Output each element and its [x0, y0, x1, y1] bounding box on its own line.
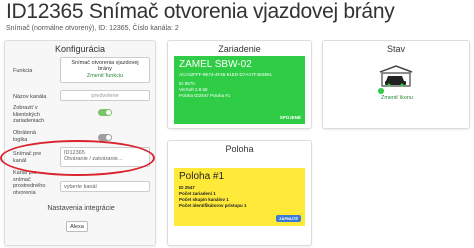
status-indicator-dot [378, 88, 384, 94]
garage-car-icon[interactable] [378, 64, 414, 88]
integrations-title: Nastavenia integrácie [47, 205, 115, 212]
show-in-clients-toggle[interactable] [98, 109, 112, 116]
location-panel: Poloha Poloha #1 ID 2547 Počet zariadení… [167, 140, 312, 246]
middle-label-line4: otvorenia [13, 189, 36, 196]
alexa-button[interactable]: Alexa [66, 221, 88, 232]
location-name: Poloha #1 [179, 171, 225, 182]
page-title: ID12365 Snímač otvorenia vjazdovej brány [6, 0, 395, 23]
location-access: Počet identifikátorov prístupu 1 [179, 203, 247, 208]
status-panel: Stav Zmeniť ikonu [322, 40, 470, 129]
status-title: Stav [386, 44, 405, 54]
device-guid: ACA32FFF-9E74-4F46-81ED-D7AA7F4E6961 [179, 72, 273, 77]
change-function-link[interactable]: Zmeniť funkciu [61, 73, 149, 79]
inverted-label-line2: logika [13, 136, 28, 143]
funkcia-label: Funkcia [13, 68, 33, 74]
device-card[interactable]: ZAMEL SBW-02 ACA32FFF-9E74-4F46-81ED-D7A… [174, 56, 305, 124]
page-subtitle: Snímač (normálne otvorený), ID: 12365, Č… [6, 25, 179, 32]
middle-label-line3: prostredného [13, 183, 46, 189]
middle-channel-select[interactable]: vyberte kanál [60, 181, 150, 192]
nazov-label: Názov kanála [13, 94, 47, 100]
location-card[interactable]: Poloha #1 ID 2547 Počet zariadení 1 Poče… [174, 168, 305, 226]
sensor-highlight-ellipse [0, 140, 155, 176]
show-in-clients-label: Zobraziť v klientských zariadeniach [13, 105, 44, 125]
inverted-label-line1: Obrátená [13, 130, 36, 136]
device-status-badge: SPOJENÉ [279, 115, 301, 120]
device-location: Poloha ID2547 Poloha #1 [179, 93, 231, 98]
inverted-logic-label: Obrátená logika [13, 130, 36, 143]
device-name: ZAMEL SBW-02 [179, 59, 252, 70]
device-title: Zariadenie [218, 44, 261, 54]
page-header: ID12365 Snímač otvorenia vjazdovej brány… [6, 0, 395, 32]
show-label-line3: zariadeniach [13, 118, 45, 124]
location-status-badge: ZAPNUTÉ [276, 215, 301, 222]
channel-name-input[interactable]: predvolene [60, 90, 150, 101]
device-panel: Zariadenie ZAMEL SBW-02 ACA32FFF-9E74-4F… [167, 40, 312, 129]
location-title: Poloha [225, 144, 254, 154]
config-title: Konfigurácia [54, 44, 106, 54]
funkcia-field[interactable]: Snímač otvorenia vjazdovej brány Zmeniť … [60, 57, 150, 83]
change-icon-link[interactable]: Zmeniť ikonu [323, 95, 471, 101]
funkcia-value-line2: brány [98, 66, 112, 72]
